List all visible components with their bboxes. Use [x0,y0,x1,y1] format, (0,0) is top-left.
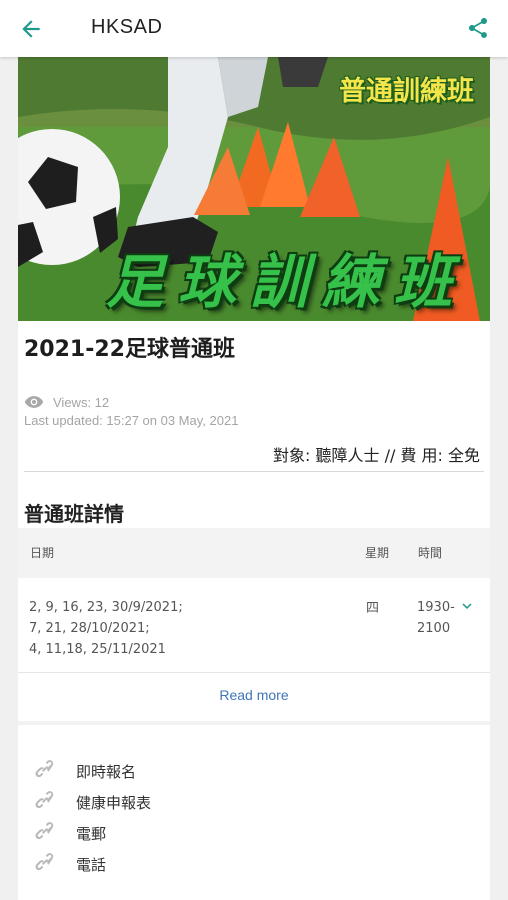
column-header-time: 時間 [418,546,443,560]
link-item-phone[interactable]: 電話 [32,850,106,876]
share-icon[interactable] [466,16,490,40]
read-more-link[interactable]: Read more [18,687,490,703]
cell-dates: 2, 9, 16, 23, 30/9/2021; 7, 21, 28/10/20… [29,600,183,657]
link-label: 即時報名 [76,763,137,781]
link-label: 電郵 [76,825,107,843]
link-icon [35,760,54,778]
row-divider [18,672,490,673]
cell-weekday: 四 [366,601,380,616]
link-icon [35,853,54,871]
post-card: 普通訓練班 足球訓練班 2021-22足球普通班 Views: 12 Last … [18,57,490,900]
link-item-health-form[interactable]: 健康申報表 [32,788,151,814]
link-label: 健康申報表 [76,794,152,812]
link-icon [35,822,54,840]
link-item-email[interactable]: 電郵 [32,819,106,845]
column-header-date: 日期 [30,546,55,560]
link-label: 電話 [76,856,107,874]
cell-time: 1930- 2100 [417,600,455,636]
app-title: HKSAD [91,16,163,38]
hero-headline: 足球訓練班 [106,248,467,316]
last-updated: Last updated: 15:27 on 03 May, 2021 [24,413,239,428]
column-header-day: 星期 [365,546,390,560]
eye-icon [24,396,44,408]
hero-banner: 普通訓練班 足球訓練班 [18,57,490,321]
target-fee-line: 對象: 聽障人士 // 費 用: 全免 [273,446,480,465]
table-row: 2, 9, 16, 23, 30/9/2021; 7, 21, 28/10/20… [18,578,490,672]
table-header: 日期 星期 時間 [18,528,490,578]
link-item-register[interactable]: 即時報名 [32,757,136,783]
post-title: 2021-22足球普通班 [24,337,235,362]
chevron-down-icon[interactable] [458,597,476,615]
views-count: Views: 12 [24,394,109,410]
section-separator [18,721,490,725]
hero-tag: 普通訓練班 [339,76,474,107]
top-app-bar: HKSAD [0,0,508,57]
divider [24,471,484,472]
section-title: 普通班詳情 [24,502,124,526]
arrow-left-icon[interactable] [18,16,44,42]
views-label: Views: 12 [53,394,110,410]
link-icon [35,791,54,809]
